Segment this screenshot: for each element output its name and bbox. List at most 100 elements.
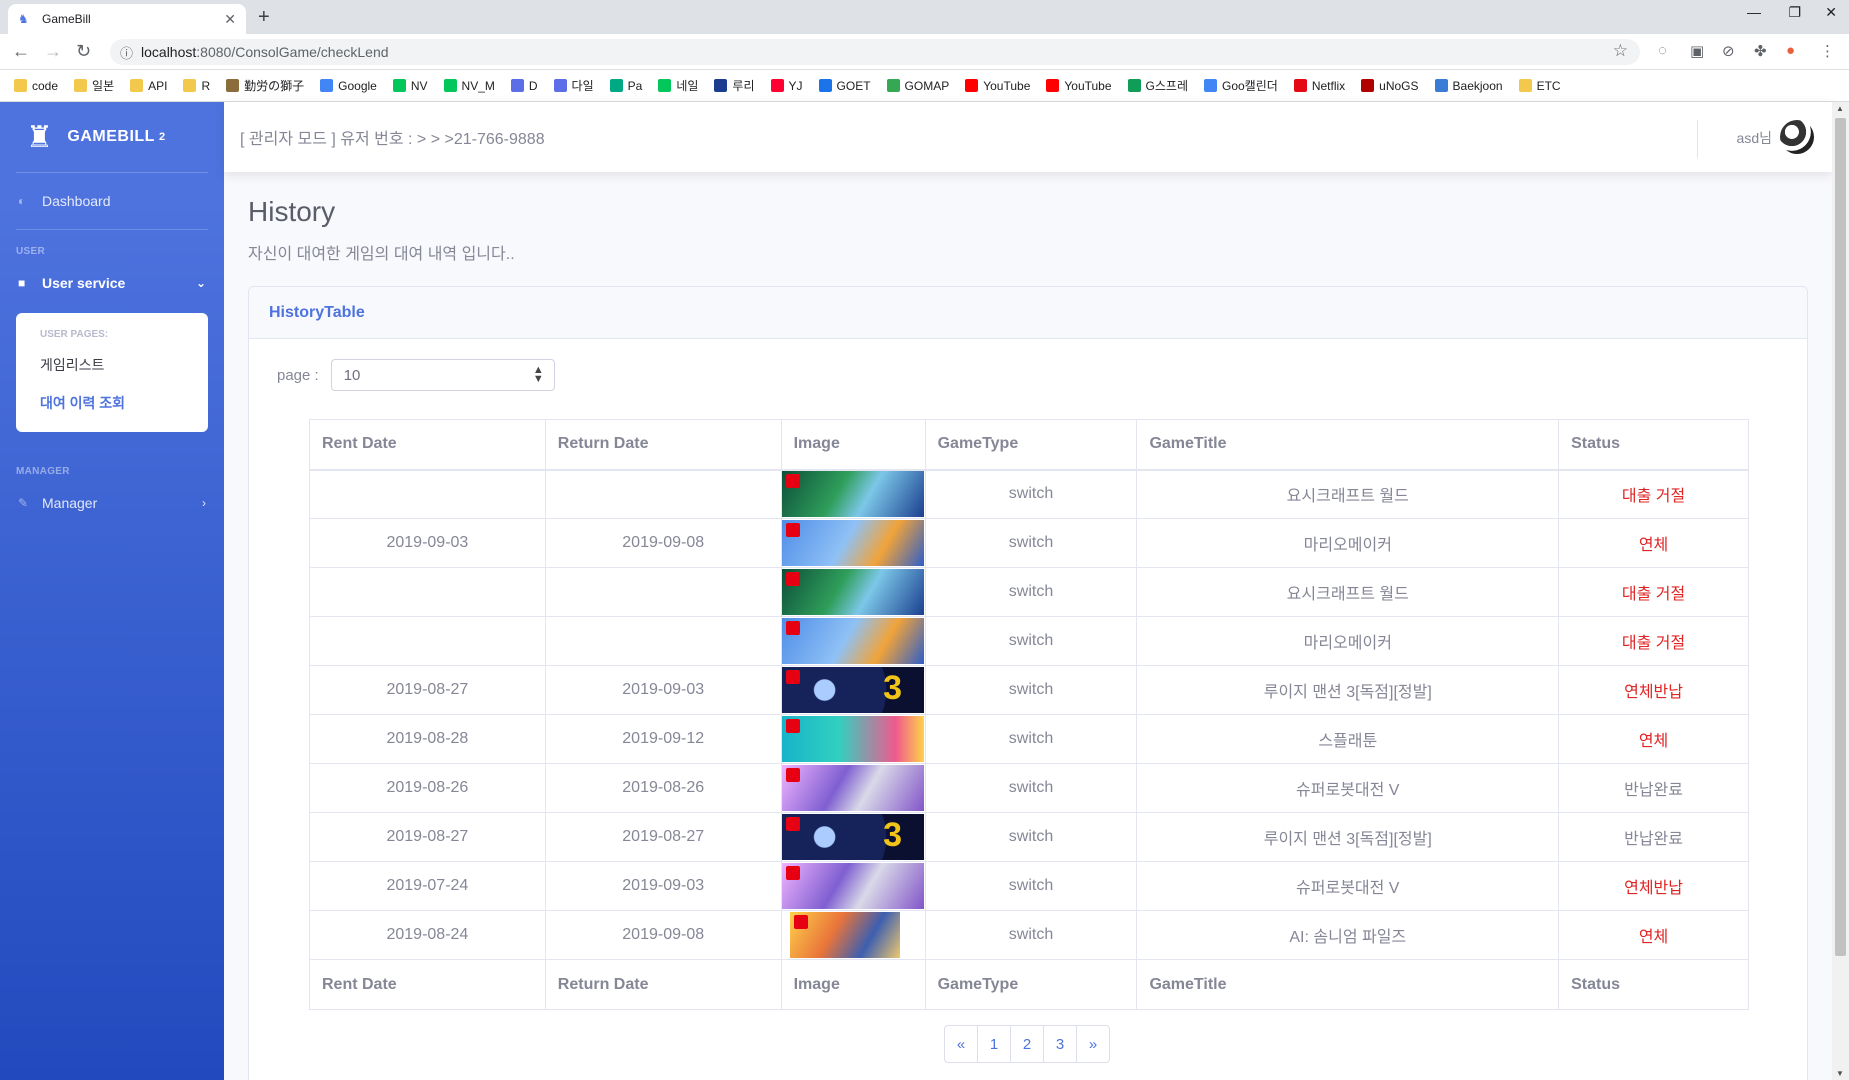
url-host: localhost [141, 44, 197, 60]
bookmark-item[interactable]: Goo캘린더 [1204, 77, 1278, 94]
table-row[interactable]: 2019-08-272019-08-27 switch루이지 맨션 3[독점][정… [309, 812, 1749, 862]
bookmark-item[interactable]: YouTube [1046, 79, 1112, 93]
bookmark-item[interactable]: YouTube [965, 79, 1030, 93]
bookmark-item[interactable]: 일본 [74, 77, 114, 94]
sidebar-brand[interactable]: ♜ GAMEBILL 2 [0, 102, 224, 172]
image-extension-icon[interactable]: ▣ [1690, 42, 1704, 60]
switch-logo-icon [786, 621, 801, 635]
rent-date-cell: 2019-08-24 [309, 910, 546, 960]
table-row[interactable]: 2019-08-28 2019-09-12 switch 스플래툰 연체 [309, 714, 1749, 764]
bookmark-item[interactable]: uNoGS [1361, 79, 1419, 93]
bookmark-item[interactable]: Pa [609, 79, 642, 93]
minimize-icon[interactable]: — [1747, 4, 1761, 20]
sidebar-item-user-service[interactable]: ■ User service ⌄ [0, 263, 224, 303]
table-row[interactable]: 2019-08-272019-09-03 switch루이지 맨션 3[독점][정… [309, 665, 1749, 715]
bookmark-item[interactable]: G스프레 [1127, 77, 1188, 94]
forward-icon[interactable]: → [44, 41, 62, 62]
bookmark-label: D [528, 78, 538, 93]
bookmark-icon [320, 79, 334, 92]
pagination-page[interactable]: 2 [1010, 1025, 1044, 1063]
game-type-cell: switch [924, 665, 1138, 715]
bookmark-star-icon[interactable]: ☆ [1613, 41, 1628, 61]
menu-item-rental-history[interactable]: 대여 이력 조회 [16, 384, 208, 422]
sync-extension-icon[interactable]: ⊘ [1722, 42, 1735, 60]
bookmark-label: ETC [1536, 78, 1561, 93]
table-row[interactable]: 2019-09-03 2019-09-08 switch 마리오메이커 연체 [309, 518, 1749, 568]
bookmark-item[interactable]: NV [392, 79, 428, 93]
column-header[interactable]: Return Date [544, 419, 782, 471]
game-image-cell [780, 714, 926, 764]
sidebar-item-dashboard[interactable]: ◐ Dashboard [0, 173, 224, 229]
bookmark-item[interactable]: GOMAP [886, 79, 949, 93]
bookmark-item[interactable]: YJ [770, 79, 803, 93]
site-info-icon[interactable]: ⓘ [120, 43, 133, 62]
page-size-select[interactable]: 10 ▲ ▼ [330, 359, 555, 391]
bookmark-item[interactable]: 勤労の獅子 [226, 77, 304, 94]
extension-icon[interactable]: ◌ [1658, 42, 1667, 59]
pagination-page[interactable]: 3 [1043, 1025, 1077, 1063]
page-scrollbar[interactable]: ▲ ▼ [1832, 102, 1849, 1080]
bookmark-icon [1518, 79, 1532, 92]
browser-menu-icon[interactable]: ⋮ [1820, 42, 1835, 60]
window-close-icon[interactable]: ✕ [1825, 4, 1837, 21]
menu-item-game-list[interactable]: 게임리스트 [16, 346, 208, 384]
table-row[interactable]: 2019-07-24 2019-09-03 switch 슈퍼로봇대전 V 연체반납 [309, 861, 1749, 911]
sidebar-item-manager[interactable]: ✎ Manager › [0, 483, 224, 523]
table-row[interactable]: 2019-08-24 2019-09-08 switch AI: 솜니엄 파일즈 연체 [309, 910, 1749, 960]
bookmark-icon [886, 79, 900, 92]
pagination-next[interactable]: » [1076, 1025, 1110, 1063]
scroll-down-icon[interactable]: ▼ [1836, 1069, 1844, 1078]
bookmark-icon [1204, 79, 1217, 92]
bookmark-item[interactable]: GOET [818, 79, 871, 93]
column-header[interactable]: Rent Date [309, 419, 546, 471]
column-header[interactable]: Image [780, 419, 926, 471]
pagination-prev[interactable]: « [944, 1025, 978, 1063]
bookmark-icon [818, 79, 832, 92]
sidebar-item-label: User service [42, 275, 126, 291]
column-header[interactable]: Status [1558, 419, 1749, 471]
table-row[interactable]: switch 요시크래프트 월드 대출 거절 [309, 567, 1749, 617]
bookmark-item[interactable]: 루리 [714, 77, 755, 94]
tab-close-icon[interactable]: ✕ [224, 11, 236, 28]
tab-title: GameBill [42, 12, 91, 26]
scroll-up-icon[interactable]: ▲ [1836, 104, 1844, 113]
reload-icon[interactable]: ↻ [76, 41, 91, 62]
game-type-cell: switch [924, 763, 1138, 813]
game-image-cell [780, 812, 926, 862]
table-row[interactable]: switch 마리오메이커 대출 거절 [309, 616, 1749, 666]
address-bar[interactable]: ⓘ localhost:8080/ConsolGame/checkLend ☆ [110, 39, 1640, 65]
bookmark-item[interactable]: Netflix [1293, 78, 1346, 93]
folder-icon: ■ [18, 276, 26, 290]
game-type-cell: switch [924, 518, 1138, 568]
bookmark-item[interactable]: R [183, 79, 210, 93]
bookmark-item[interactable]: D [510, 78, 538, 93]
table-row[interactable]: switch 요시크래프트 월드 대출 거절 [309, 469, 1749, 519]
table-row[interactable]: 2019-08-26 2019-08-26 switch 슈퍼로봇대전 V 반납완료 [309, 763, 1749, 813]
return-date-cell: 2019-09-03 [544, 665, 782, 715]
new-tab-icon[interactable]: + [258, 6, 270, 29]
column-header[interactable]: GameTitle [1136, 419, 1560, 471]
bookmark-item[interactable]: Baekjoon [1434, 79, 1503, 93]
extensions-puzzle-icon[interactable]: ✤ [1754, 42, 1767, 60]
bookmark-label: Netflix [1311, 78, 1346, 93]
bookmark-item[interactable]: API [130, 79, 167, 93]
bookmark-item[interactable]: 다일 [553, 77, 594, 94]
back-icon[interactable]: ← [12, 41, 30, 62]
profile-icon[interactable]: ● [1786, 42, 1795, 59]
column-header[interactable]: GameType [924, 419, 1138, 471]
page-subtitle: 자신이 대여한 게임의 대여 내역 입니다.. [248, 246, 515, 263]
pagination-page[interactable]: 1 [977, 1025, 1011, 1063]
avatar[interactable] [1780, 120, 1814, 154]
status-cell: 대출 거절 [1558, 469, 1749, 519]
scrollbar-thumb[interactable] [1835, 118, 1846, 956]
bookmark-item[interactable]: NV_M [443, 79, 495, 93]
bookmark-item[interactable]: code [14, 79, 58, 93]
browser-tab[interactable]: ♞ GameBill ✕ [8, 4, 246, 34]
status-cell: 연체 [1558, 714, 1749, 764]
bookmark-item[interactable]: 네일 [658, 77, 698, 94]
restore-icon[interactable]: ❐ [1788, 4, 1801, 21]
bookmark-item[interactable]: Google [320, 79, 377, 93]
bookmark-item[interactable]: ETC [1518, 78, 1561, 93]
return-date-cell [544, 616, 782, 666]
username[interactable]: asd님 [1737, 128, 1772, 148]
